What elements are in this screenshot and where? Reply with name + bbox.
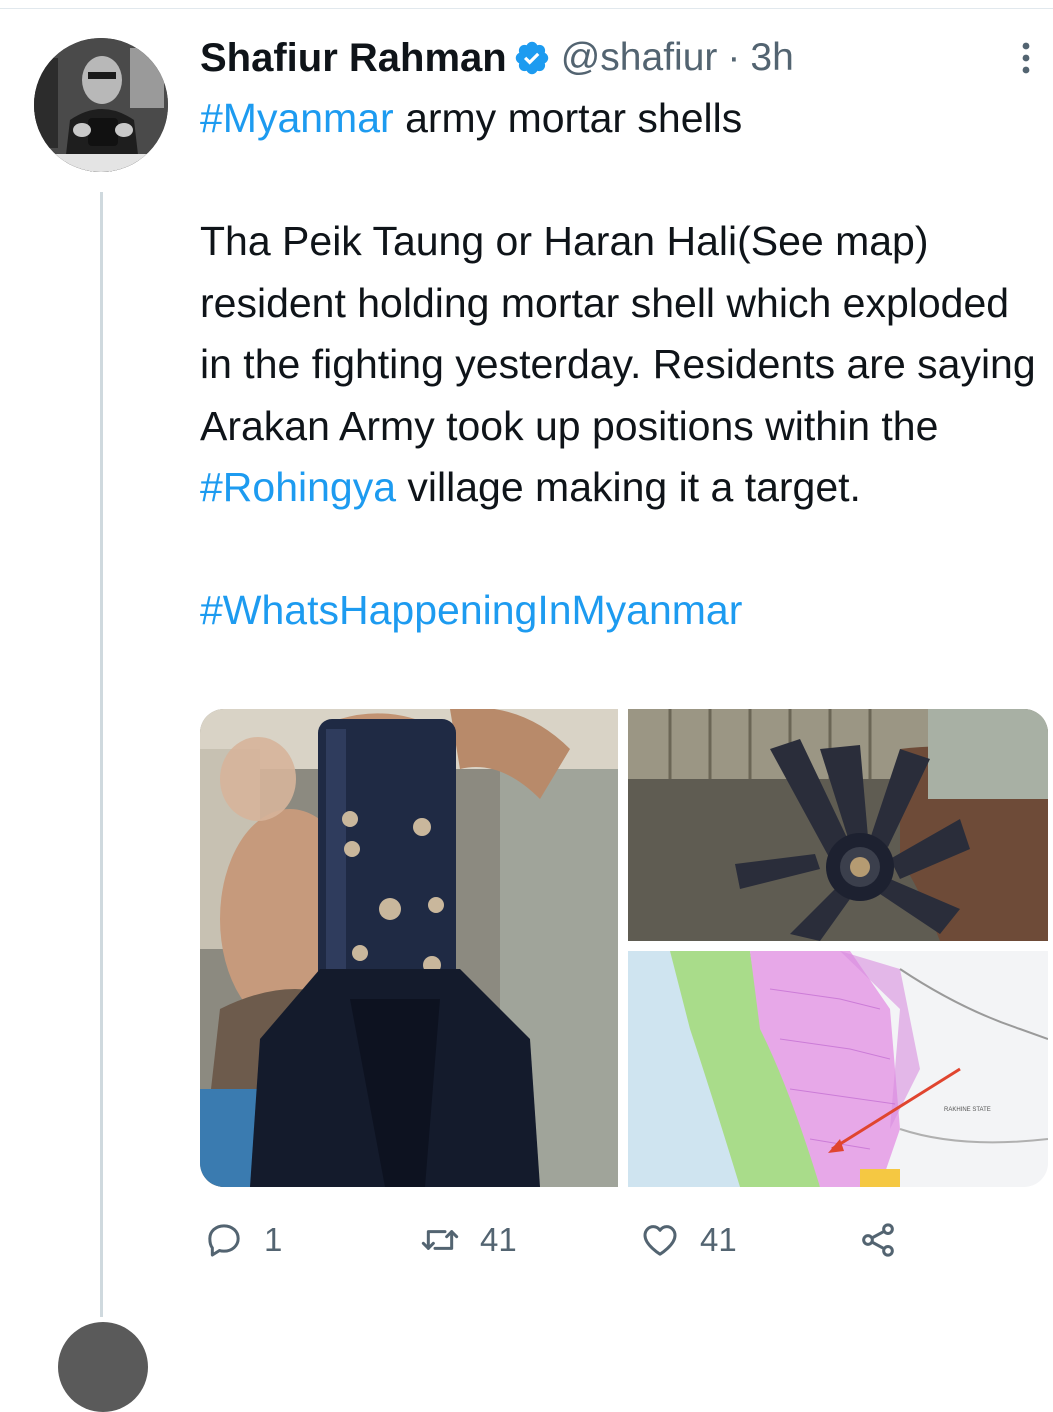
media-photo-tail-fins[interactable] [628, 709, 1048, 941]
tweet-actions-bar: 1 41 41 [200, 1212, 940, 1268]
reply-icon [208, 1224, 240, 1257]
paragraph-2-text-end: village making it a target. [396, 464, 861, 510]
tweet-line-1-text: army mortar shells [393, 95, 743, 141]
reply-button[interactable]: 1 [204, 1212, 282, 1268]
tweet-paragraph-3: #WhatsHappeningInMyanmar [200, 580, 1050, 642]
map-label-rakhine-state: RAKHINE STATE [944, 1107, 991, 1113]
tweet-paragraph-2: Tha Peik Taung or Haran Hali(See map) re… [200, 211, 1050, 519]
hashtag-myanmar[interactable]: #Myanmar [200, 95, 394, 141]
tweet-media-grid: RAKHINE STATE [200, 709, 1048, 1187]
more-vertical-icon[interactable] [1014, 40, 1038, 76]
thread-connector-line [100, 192, 103, 1317]
top-divider [0, 8, 1053, 9]
hashtag-whatshappeninginmyanmar[interactable]: #WhatsHappeningInMyanmar [200, 587, 742, 633]
author-handle[interactable]: @shafiur [561, 36, 718, 80]
tweet-header: Shafiur Rahman @shafiur · 3h [200, 30, 794, 86]
hashtag-rohingya[interactable]: #Rohingya [200, 464, 396, 510]
tweet-text: #Myanmar army mortar shells Tha Peik Tau… [200, 88, 1050, 642]
next-tweet-avatar[interactable] [58, 1322, 148, 1412]
retweet-icon [421, 1230, 459, 1250]
share-icon [862, 1223, 894, 1257]
media-photo-mortar-shell[interactable] [200, 709, 618, 1187]
tweet-line-1: #Myanmar army mortar shells [200, 88, 1050, 150]
paragraph-2-text-start: Tha Peik Taung or Haran Hali(See map) re… [200, 218, 1036, 449]
heart-icon [643, 1225, 677, 1256]
media-map-rakhine[interactable]: RAKHINE STATE [628, 951, 1048, 1187]
retweet-button[interactable]: 41 [420, 1212, 517, 1268]
retweet-count: 41 [480, 1221, 517, 1258]
reply-count: 1 [264, 1221, 283, 1258]
share-button[interactable] [858, 1212, 918, 1268]
verified-badge-icon [515, 41, 548, 75]
like-count: 41 [700, 1221, 737, 1258]
author-avatar[interactable] [34, 38, 168, 172]
header-separator: · [727, 36, 741, 79]
like-button[interactable]: 41 [640, 1212, 737, 1268]
author-name[interactable]: Shafiur Rahman [200, 36, 507, 81]
tweet-timestamp[interactable]: 3h [750, 36, 793, 80]
